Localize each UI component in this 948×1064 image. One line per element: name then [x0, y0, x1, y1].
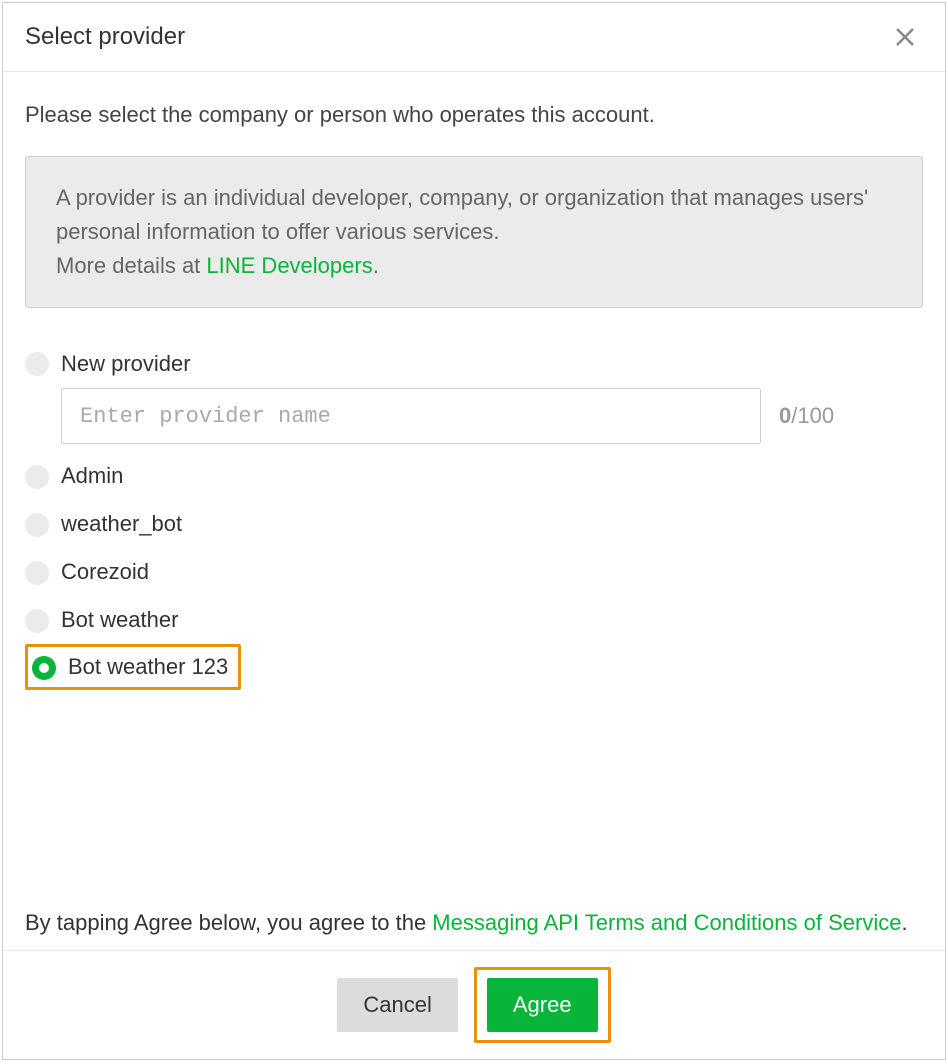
radio-provider-corezoid[interactable]: [25, 561, 49, 585]
provider-row-new: New provider 0/100: [25, 342, 923, 452]
provider-row: Admin: [25, 452, 923, 500]
new-provider-section: New provider 0/100: [61, 350, 923, 444]
highlighted-agree: Agree: [474, 967, 611, 1043]
provider-label[interactable]: weather_bot: [61, 510, 182, 538]
terms-suffix: .: [901, 910, 907, 935]
provider-name-input[interactable]: [61, 388, 761, 444]
provider-label[interactable]: Bot weather: [61, 606, 178, 634]
provider-row: weather_bot: [25, 500, 923, 548]
radio-provider-weather-bot[interactable]: [25, 513, 49, 537]
provider-row: Bot weather 123: [32, 653, 228, 681]
info-suffix: .: [373, 253, 379, 278]
agree-button[interactable]: Agree: [487, 978, 598, 1032]
close-icon: [893, 25, 917, 49]
info-more-prefix: More details at: [56, 253, 206, 278]
modal-body: Please select the company or person who …: [3, 72, 945, 950]
select-provider-modal: Select provider Please select the compan…: [2, 2, 946, 1060]
spacer: [25, 690, 923, 885]
terms-link[interactable]: Messaging API Terms and Conditions of Se…: [432, 910, 901, 935]
provider-label[interactable]: Corezoid: [61, 558, 149, 586]
provider-label[interactable]: Admin: [61, 462, 123, 490]
instruction-text: Please select the company or person who …: [25, 102, 923, 128]
highlighted-provider: Bot weather 123: [25, 644, 241, 690]
terms-text: By tapping Agree below, you agree to the…: [25, 905, 923, 940]
provider-label[interactable]: Bot weather 123: [68, 653, 228, 681]
new-provider-input-row: 0/100: [61, 388, 923, 444]
modal-title: Select provider: [25, 23, 185, 51]
radio-provider-bot-weather[interactable]: [25, 609, 49, 633]
radio-new-provider[interactable]: [25, 352, 49, 376]
provider-row: Corezoid: [25, 548, 923, 596]
info-box: A provider is an individual developer, c…: [25, 156, 923, 308]
char-counter: 0/100: [779, 403, 834, 429]
line-developers-link[interactable]: LINE Developers: [206, 253, 372, 278]
provider-list: New provider 0/100 Admin weather_bot: [25, 342, 923, 690]
info-desc: A provider is an individual developer, c…: [56, 185, 868, 244]
modal-header: Select provider: [3, 3, 945, 72]
terms-prefix: By tapping Agree below, you agree to the: [25, 910, 432, 935]
radio-provider-admin[interactable]: [25, 465, 49, 489]
char-max: 100: [797, 403, 834, 428]
close-button[interactable]: [889, 21, 921, 53]
info-text: A provider is an individual developer, c…: [56, 181, 892, 283]
radio-provider-bot-weather-123[interactable]: [32, 656, 56, 680]
new-provider-label[interactable]: New provider: [61, 350, 923, 378]
cancel-button[interactable]: Cancel: [337, 978, 457, 1032]
modal-footer: Cancel Agree: [3, 950, 945, 1059]
provider-row: Bot weather: [25, 596, 923, 644]
char-current: 0: [779, 403, 791, 428]
